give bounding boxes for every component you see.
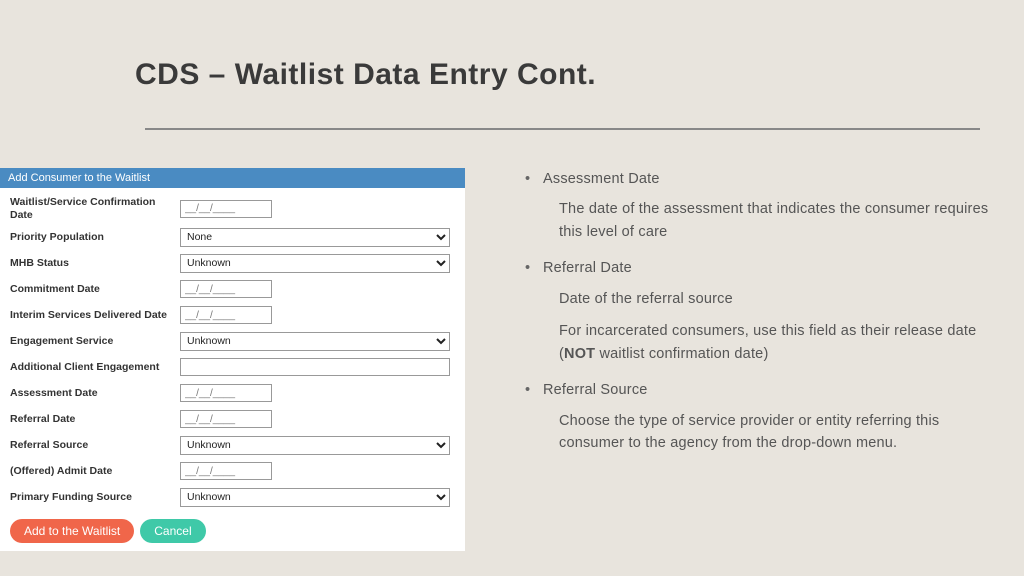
- bullet-icon: •: [525, 257, 543, 279]
- select-mhb-status[interactable]: Unknown: [180, 254, 450, 273]
- button-row: Add to the Waitlist Cancel: [0, 519, 465, 551]
- explain-assessment-date: • Assessment Date The date of the assess…: [525, 168, 1005, 243]
- label-priority-pop: Priority Population: [10, 231, 180, 244]
- label-offered-admit: (Offered) Admit Date: [10, 465, 180, 478]
- row-interim-date: Interim Services Delivered Date: [10, 305, 455, 325]
- row-mhb-status: MHB Status Unknown: [10, 253, 455, 273]
- page-title: CDS – Waitlist Data Entry Cont.: [135, 58, 596, 92]
- label-interim-date: Interim Services Delivered Date: [10, 309, 180, 322]
- title-divider: [145, 128, 980, 130]
- explain-text-refsrc: Choose the type of service provider or e…: [559, 410, 1005, 455]
- select-referral-source[interactable]: Unknown: [180, 436, 450, 455]
- input-addl-engage[interactable]: [180, 358, 450, 376]
- row-referral-source: Referral Source Unknown: [10, 435, 455, 455]
- label-referral-date: Referral Date: [10, 413, 180, 426]
- row-offered-admit: (Offered) Admit Date: [10, 461, 455, 481]
- select-engage-service[interactable]: Unknown: [180, 332, 450, 351]
- bullet-icon: •: [525, 379, 543, 401]
- explanation-panel: • Assessment Date The date of the assess…: [525, 168, 1005, 469]
- row-commit-date: Commitment Date: [10, 279, 455, 299]
- label-mhb-status: MHB Status: [10, 257, 180, 270]
- explain-text-assess: The date of the assessment that indicate…: [559, 198, 1005, 243]
- explain-title-assess: Assessment Date: [543, 168, 660, 190]
- cancel-button[interactable]: Cancel: [140, 519, 205, 543]
- input-waitlist-confirm[interactable]: [180, 200, 272, 218]
- row-referral-date: Referral Date: [10, 409, 455, 429]
- form-panel: Add Consumer to the Waitlist Waitlist/Se…: [0, 168, 465, 551]
- row-primary-funding: Primary Funding Source Unknown: [10, 487, 455, 507]
- explain-text-refdate-2: For incarcerated consumers, use this fie…: [559, 320, 1005, 365]
- label-primary-funding: Primary Funding Source: [10, 491, 180, 504]
- explain-title-refdate: Referral Date: [543, 257, 632, 279]
- input-referral-date[interactable]: [180, 410, 272, 428]
- input-assess-date[interactable]: [180, 384, 272, 402]
- label-referral-source: Referral Source: [10, 439, 180, 452]
- label-assess-date: Assessment Date: [10, 387, 180, 400]
- row-priority-pop: Priority Population None: [10, 227, 455, 247]
- explain-referral-date: • Referral Date Date of the referral sou…: [525, 257, 1005, 365]
- row-addl-engage: Additional Client Engagement: [10, 357, 455, 377]
- label-commit-date: Commitment Date: [10, 283, 180, 296]
- add-to-waitlist-button[interactable]: Add to the Waitlist: [10, 519, 134, 543]
- bullet-icon: •: [525, 168, 543, 190]
- label-addl-engage: Additional Client Engagement: [10, 361, 180, 374]
- input-offered-admit[interactable]: [180, 462, 272, 480]
- explain-referral-source: • Referral Source Choose the type of ser…: [525, 379, 1005, 454]
- form-body: Waitlist/Service Confirmation Date Prior…: [0, 188, 465, 519]
- label-engage-service: Engagement Service: [10, 335, 180, 348]
- row-engage-service: Engagement Service Unknown: [10, 331, 455, 351]
- select-primary-funding[interactable]: Unknown: [180, 488, 450, 507]
- label-waitlist-confirm: Waitlist/Service Confirmation Date: [10, 196, 180, 221]
- input-interim-date[interactable]: [180, 306, 272, 324]
- input-commit-date[interactable]: [180, 280, 272, 298]
- explain-title-refsrc: Referral Source: [543, 379, 648, 401]
- select-priority-pop[interactable]: None: [180, 228, 450, 247]
- row-waitlist-confirm: Waitlist/Service Confirmation Date: [10, 196, 455, 221]
- form-header: Add Consumer to the Waitlist: [0, 168, 465, 188]
- explain-text-refdate-1: Date of the referral source: [559, 288, 1005, 310]
- row-assess-date: Assessment Date: [10, 383, 455, 403]
